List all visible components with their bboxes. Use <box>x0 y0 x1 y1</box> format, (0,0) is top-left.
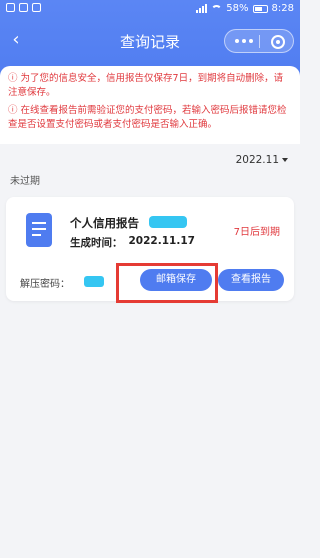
signal-icon <box>196 4 208 13</box>
wifi-icon <box>211 4 223 13</box>
highlight-annotation <box>116 263 218 303</box>
clock-time: 8:28 <box>271 3 294 14</box>
unzip-password-label: 解压密码： <box>20 279 70 290</box>
generation-time: 生成时间： 2022.11.17 <box>70 235 195 250</box>
battery-icon <box>252 4 268 13</box>
date-filter[interactable]: 2022.11 <box>236 154 288 166</box>
close-icon[interactable] <box>271 35 285 49</box>
app-notification-icon <box>6 3 15 12</box>
battery-percent: 58% <box>226 3 249 14</box>
view-report-button[interactable]: 查看报告 <box>218 269 284 291</box>
report-title: 个人信用报告 <box>70 216 139 230</box>
section-label: 未过期 <box>10 176 40 187</box>
caret-down-icon <box>282 158 288 162</box>
status-bar: 58% 8:28 <box>0 0 300 18</box>
document-icon <box>26 213 52 247</box>
redacted-name <box>149 216 187 228</box>
notice-line: ⓘ 在线查看报告前需验证您的支付密码，若输入密码后报错请您检查是否设置支付密码或… <box>8 105 287 130</box>
notice-line: ⓘ 为了您的信息安全，信用报告仅保存7日，到期将自动删除，请注意保存。 <box>8 73 284 98</box>
date-filter-label: 2022.11 <box>235 154 279 166</box>
app-notification-icon <box>19 3 28 12</box>
generation-time-label: 生成时间： <box>70 237 123 249</box>
expiry-badge: 7日后到期 <box>233 227 280 238</box>
redacted-password <box>84 276 104 287</box>
app-notification-icon <box>32 3 41 12</box>
notice-panel: ⓘ 为了您的信息安全，信用报告仅保存7日，到期将自动删除，请注意保存。 ⓘ 在线… <box>0 66 300 144</box>
bottom-bar <box>0 538 300 558</box>
generation-time-value: 2022.11.17 <box>128 235 195 247</box>
capsule-divider <box>259 35 260 48</box>
nav-bar: ‹ 查询记录 <box>0 26 300 56</box>
mini-program-capsule <box>224 29 294 53</box>
more-icon[interactable] <box>235 39 253 43</box>
